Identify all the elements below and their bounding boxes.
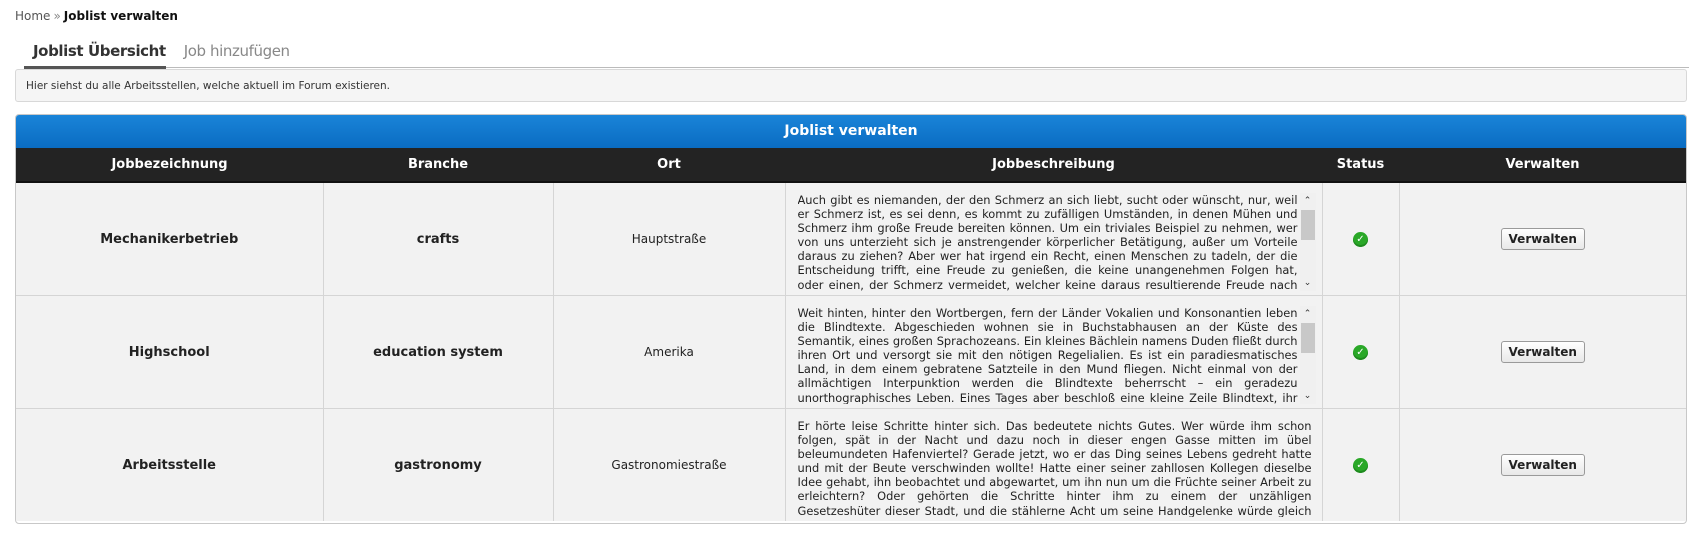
panel-title: Joblist verwalten [16, 115, 1686, 148]
check-circle-icon: ✓ [1353, 458, 1368, 473]
job-status-cell: ✓ [1322, 182, 1400, 296]
job-name: Highschool [16, 295, 324, 409]
column-header-ort: Ort [553, 148, 785, 183]
verwalten-button[interactable]: Verwalten [1500, 228, 1585, 250]
column-header-jobbezeichnung: Jobbezeichnung [16, 148, 323, 183]
job-name: Arbeitsstelle [16, 408, 324, 521]
column-header-jobbeschreibung: Jobbeschreibung [785, 148, 1322, 183]
column-header-status: Status [1322, 148, 1399, 183]
table-header-row: Jobbezeichnung Branche Ort Jobbeschreibu… [16, 148, 1686, 183]
scrollbar-thumb[interactable] [1300, 323, 1315, 353]
job-description[interactable]: Weit hinten, hinter den Wortbergen, fern… [798, 306, 1298, 404]
verwalten-button[interactable]: Verwalten [1500, 341, 1585, 363]
job-status-cell: ✓ [1322, 408, 1400, 521]
breadcrumb-current: Joblist verwalten [63, 9, 178, 23]
breadcrumb-home-link[interactable]: Home [15, 9, 50, 23]
job-manage-cell: Verwalten [1399, 182, 1686, 296]
job-description-cell: Auch gibt es niemanden, der den Schmerz … [785, 182, 1323, 296]
scrollbar-thumb[interactable] [1300, 210, 1315, 240]
column-header-branche: Branche [323, 148, 553, 183]
tab-divider [24, 67, 1689, 68]
scroll-down-icon[interactable]: ⌄ [1300, 275, 1316, 291]
job-manage-cell: Verwalten [1399, 295, 1686, 409]
check-circle-icon: ✓ [1353, 232, 1368, 247]
table-row: Mechanikerbetrieb crafts Hauptstraße Auc… [16, 182, 1686, 296]
job-branche: education system [323, 295, 554, 409]
job-branche: crafts [323, 182, 554, 296]
breadcrumb-separator: » [53, 9, 61, 23]
info-box: Hier siehst du alle Arbeitsstellen, welc… [15, 69, 1687, 102]
job-name: Mechanikerbetrieb [16, 182, 324, 296]
joblist-table: Jobbezeichnung Branche Ort Jobbeschreibu… [16, 148, 1686, 521]
job-ort: Gastronomiestraße [553, 408, 786, 521]
table-row: Arbeitsstelle gastronomy Gastronomiestra… [16, 408, 1686, 521]
description-scrollbar[interactable]: ⌃ ⌄ [1299, 306, 1316, 404]
job-description[interactable]: Auch gibt es niemanden, der den Schmerz … [798, 193, 1298, 291]
job-description: Er hörte leise Schritte hinter sich. Das… [797, 419, 1312, 517]
scroll-up-icon[interactable]: ⌃ [1300, 193, 1316, 209]
tab-bar: Joblist Übersicht Job hinzufügen [24, 40, 299, 68]
description-scrollbar[interactable]: ⌃ ⌄ [1299, 193, 1316, 291]
job-description-cell: Weit hinten, hinter den Wortbergen, fern… [785, 295, 1323, 409]
table-row: Highschool education system Amerika Weit… [16, 295, 1686, 409]
check-circle-icon: ✓ [1353, 345, 1368, 360]
scroll-down-icon[interactable]: ⌄ [1300, 388, 1316, 404]
joblist-panel: Joblist verwalten Jobbezeichnung Branche… [15, 114, 1687, 524]
column-header-verwalten: Verwalten [1399, 148, 1686, 183]
verwalten-button[interactable]: Verwalten [1500, 454, 1585, 476]
tab-job-hinzufuegen[interactable]: Job hinzufügen [175, 40, 299, 68]
job-manage-cell: Verwalten [1399, 408, 1686, 521]
job-ort: Amerika [553, 295, 786, 409]
job-description-cell: Er hörte leise Schritte hinter sich. Das… [785, 408, 1323, 521]
tab-joblist-uebersicht[interactable]: Joblist Übersicht [24, 40, 175, 68]
job-ort: Hauptstraße [553, 182, 786, 296]
scroll-up-icon[interactable]: ⌃ [1300, 306, 1316, 322]
breadcrumb: Home» Joblist verwalten [15, 9, 178, 23]
job-branche: gastronomy [323, 408, 554, 521]
job-status-cell: ✓ [1322, 295, 1400, 409]
